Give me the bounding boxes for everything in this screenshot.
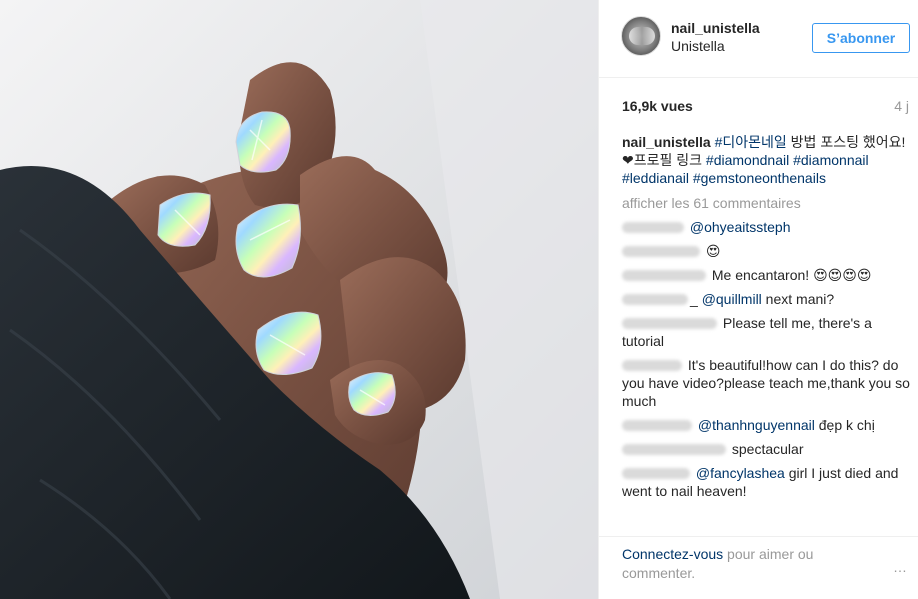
post-footer: Connectez-vous pour aimer ou commenter. … — [599, 536, 918, 599]
login-prompt: Connectez-vous pour aimer ou commenter. — [622, 545, 852, 583]
comment-author-link[interactable] — [622, 318, 717, 329]
caption: nail_unistella #디아몬네일 방법 포스팅 했어요! ❤프로필 링… — [622, 133, 912, 187]
comment-author-link[interactable] — [622, 270, 706, 281]
comment: @fancylashea girl I just died and went t… — [622, 464, 912, 500]
comment: Me encantaron! 😍😍😍😍 — [622, 266, 912, 284]
comment-text: đẹp k chị — [814, 417, 875, 433]
hashtag-link[interactable]: #gemstoneonthenails — [693, 170, 826, 186]
hashtag-link[interactable]: #leddianail — [622, 170, 689, 186]
comment: 😍 — [622, 242, 912, 260]
comment: Please tell me, there's a tutorial — [622, 314, 912, 350]
caption-author-link[interactable]: nail_unistella — [622, 134, 711, 150]
mention-link[interactable]: @fancylashea — [696, 465, 785, 481]
mention-link[interactable]: @quillmill — [702, 291, 762, 307]
comment-list: nail_unistella #디아몬네일 방법 포스팅 했어요! ❤프로필 링… — [622, 133, 912, 506]
comment-text: spectacular — [731, 441, 804, 457]
post-age[interactable]: 4 j — [894, 98, 909, 114]
comment: spectacular — [622, 440, 912, 458]
comment-author-suffix: _ — [690, 291, 698, 307]
comment: _ @quillmill next mani? — [622, 290, 912, 308]
post-stats: 16,9k vues 4 j — [599, 78, 918, 122]
post-details-panel: nail_unistella Unistella S’abonner 16,9k… — [598, 0, 918, 599]
comment-author-link[interactable] — [622, 294, 688, 305]
comment-text: next mani? — [761, 291, 835, 307]
login-link[interactable]: Connectez-vous — [622, 546, 723, 562]
nail-photo — [0, 0, 598, 599]
full-name: Unistella — [671, 38, 725, 54]
post-media-photo[interactable] — [0, 0, 598, 599]
comment-author-link[interactable] — [622, 360, 682, 371]
comment-text: 😍 — [705, 243, 721, 259]
follow-button[interactable]: S’abonner — [812, 23, 910, 53]
comment-author-link[interactable] — [622, 468, 690, 479]
view-count: 16,9k vues — [622, 98, 693, 114]
username-link[interactable]: nail_unistella — [671, 20, 760, 36]
comment-author-link[interactable] — [622, 246, 700, 257]
comment: @thanhnguyennail đẹp k chị — [622, 416, 912, 434]
comment: It's beautiful!how can I do this? do you… — [622, 356, 912, 410]
comment: @ohyeaitssteph — [622, 218, 912, 236]
comment-author-link[interactable] — [622, 420, 692, 431]
more-options-icon[interactable]: … — [893, 559, 909, 575]
comment-author-link[interactable] — [622, 444, 726, 455]
load-more-comments[interactable]: afficher les 61 commentaires — [622, 194, 912, 212]
mention-link[interactable]: @ohyeaitssteph — [690, 219, 791, 235]
comment-text: Me encantaron! 😍😍😍😍 — [711, 267, 872, 283]
hashtag-link[interactable]: #diamonnail — [793, 152, 869, 168]
post-header: nail_unistella Unistella S’abonner — [599, 0, 918, 78]
hashtag-link[interactable]: #디아몬네일 — [715, 134, 787, 150]
avatar[interactable] — [621, 16, 661, 56]
hashtag-link[interactable]: #diamondnail — [706, 152, 789, 168]
mention-link[interactable]: @thanhnguyennail — [698, 417, 815, 433]
comment-author-link[interactable] — [622, 222, 684, 233]
